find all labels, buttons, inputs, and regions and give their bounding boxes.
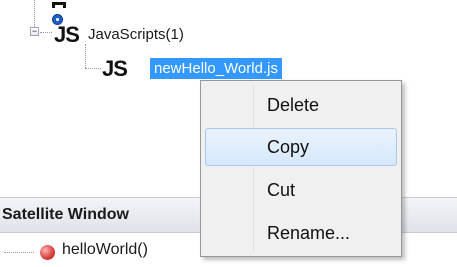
menu-item-copy[interactable]: Copy [205, 128, 397, 166]
js-folder-icon: JS [54, 22, 80, 47]
satellite-function-name: helloWorld() [62, 241, 148, 258]
js-file-icon: JS [102, 56, 128, 81]
tree-item-newhello-world-js[interactable]: newHello_World.js [150, 58, 282, 79]
tree-connector [85, 44, 86, 68]
collapse-toggle[interactable]: − [30, 27, 39, 36]
context-menu: Delete Copy Cut Rename... [200, 80, 402, 257]
tree-connector [85, 68, 101, 69]
tree-connector [4, 252, 34, 253]
menu-item-cut[interactable]: Cut [205, 171, 397, 209]
red-circle-icon [40, 245, 55, 260]
menu-item-rename[interactable]: Rename... [205, 214, 397, 252]
tree-connector [40, 32, 52, 33]
tree-item-javascripts[interactable]: JavaScripts(1) [88, 26, 184, 43]
satellite-window-title: Satellite Window [2, 206, 129, 223]
tree-connector [34, 0, 35, 27]
js-folder-icon-top [52, 2, 66, 8]
menu-item-delete[interactable]: Delete [205, 86, 397, 124]
